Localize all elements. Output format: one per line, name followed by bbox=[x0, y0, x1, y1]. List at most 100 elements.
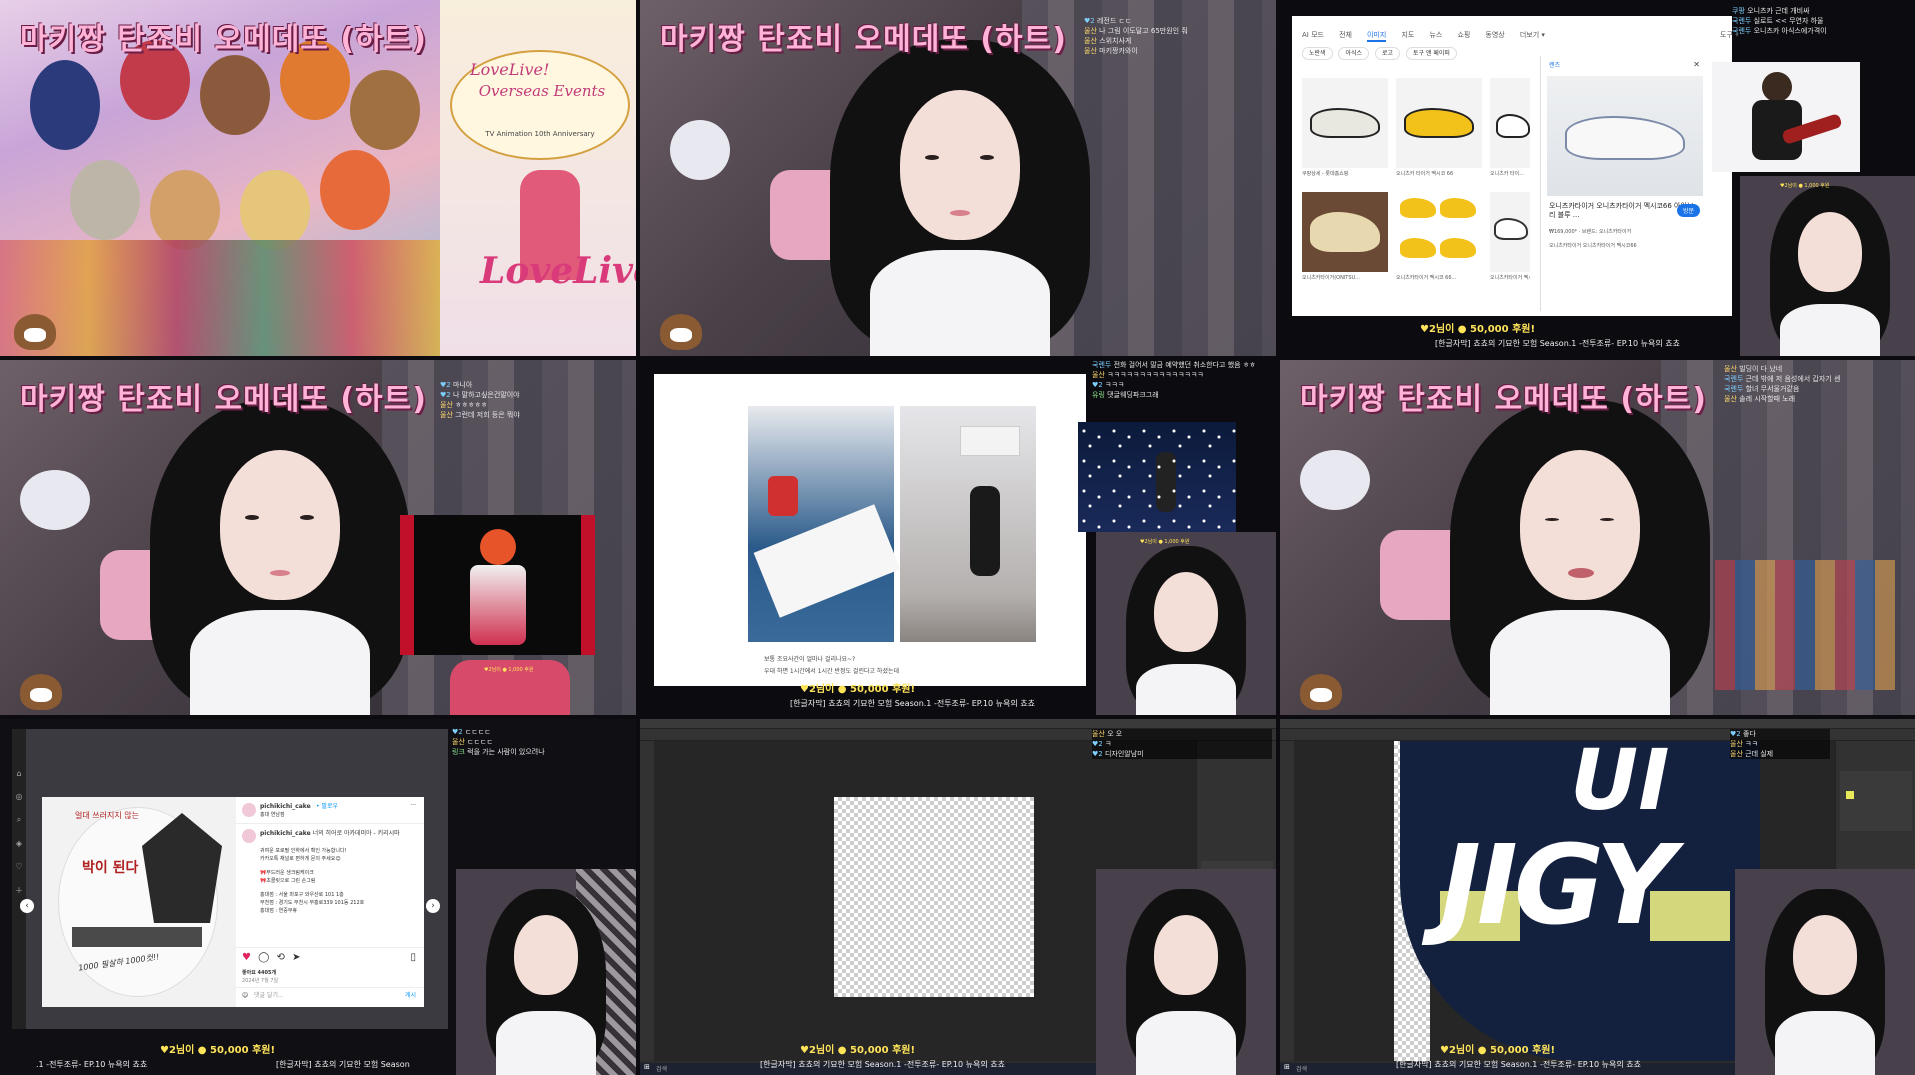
poster-title: LoveLive! bbox=[470, 60, 550, 79]
tab-images[interactable]: 이미지 bbox=[1367, 30, 1387, 42]
transparent-canvas[interactable] bbox=[834, 797, 1034, 997]
follow-link[interactable]: • 팔로우 bbox=[316, 802, 338, 811]
article-caption-2: 우대 하면 1시간에서 1시간 반정도 걸린다고 하셨는데 bbox=[764, 668, 899, 675]
share-icon[interactable]: ➤ bbox=[292, 952, 300, 963]
result-image[interactable] bbox=[1490, 192, 1530, 272]
menu-bar bbox=[640, 719, 1276, 729]
chat-box: 국렌두 전화 걸어서 말금 예약했던 취소한다고 했음 ㅎㅎ 울산 ㅋㅋㅋㅋㅋㅋ… bbox=[1092, 360, 1272, 400]
maki-video-overlay bbox=[400, 515, 595, 655]
post-date: 2024년 7월 7일 bbox=[242, 978, 279, 984]
chat-line: ♥2 마니아 bbox=[440, 381, 473, 389]
chat-line: 쿠팡 오니츠카 근데 개비싸 bbox=[1732, 7, 1810, 15]
tool-panel[interactable] bbox=[640, 741, 654, 1061]
tab-videos[interactable]: 동영상 bbox=[1485, 30, 1504, 40]
home-icon[interactable]: ⌂ bbox=[12, 769, 26, 778]
chip-tog[interactable]: 토구 앤 페이퍼 bbox=[1405, 47, 1457, 60]
chip-yellow[interactable]: 노란색 bbox=[1302, 47, 1333, 60]
instagram-icon[interactable]: ◎ bbox=[12, 792, 26, 801]
avatar[interactable] bbox=[242, 829, 256, 843]
donation-alert: ♥2님이 ● 50,000 후원! bbox=[1440, 1045, 1556, 1056]
tile-streamer-laughing: 마키짱 탄죠비 오메데또 (하트) 울산 빌딩이 다 났네 국렌두 근데 밖에 … bbox=[1280, 360, 1915, 715]
result-image[interactable] bbox=[1302, 78, 1388, 168]
result-image[interactable] bbox=[1396, 192, 1482, 272]
next-arrow-icon[interactable]: › bbox=[426, 899, 440, 913]
chat-box: ♥2 마니아 ♥2 나 말하고싶은건말이야 울산 ㅎㅎㅎㅎㅎ 울산 그런데 저희… bbox=[440, 380, 636, 420]
avatar[interactable] bbox=[242, 803, 256, 817]
instagram-modal-backdrop: ⌂ ◎ ⌕ ◈ ♡ ＋ 얼대 쓰러지지 않는 박이 된다 1000 필살하 10… bbox=[12, 729, 448, 1029]
chat-line: 울산 ㄷㄷㄷㄷ bbox=[452, 738, 493, 746]
tile-shoe-search: AI 모드 전체 이미지 지도 뉴스 쇼핑 동영상 더보기 ▾ 도구 ▾ 노란색… bbox=[1280, 0, 1915, 356]
chat-line: ♥2 ㄷㄷㄷㄷ bbox=[452, 728, 491, 736]
ig-post-panel: pichikichi_cake • 팔로우 홍대 연남점 ··· pichiki… bbox=[236, 797, 424, 1007]
donation-alert: ♥2님이 ● 50,000 후원! bbox=[800, 1045, 916, 1056]
tile-streamer-cam: 마키짱 탄죠비 오메데또 (하트) ♥2 레전드 ㄷㄷ 울산 나 그림 이도달고… bbox=[640, 0, 1276, 356]
donation-alert: ♥2님이 ● 50,000 후원! bbox=[800, 684, 916, 695]
search-icon[interactable]: ⌕ bbox=[12, 815, 26, 825]
mini-streamer-cam bbox=[1096, 869, 1276, 1075]
tile-lovelive-poster: LoveLive! Overseas Events TV Animation 1… bbox=[0, 0, 636, 356]
tab-maps[interactable]: 지도 bbox=[1401, 30, 1414, 40]
chat-line: 울산 마키짱카와이 bbox=[1084, 47, 1138, 55]
poster-subtitle: Overseas Events bbox=[478, 82, 606, 100]
caption-text: 너의 히어로 아카데미아 - 키리시마 bbox=[312, 830, 400, 837]
bookmark-icon[interactable]: ▯ bbox=[410, 952, 416, 963]
chip-asics[interactable]: 아식스 bbox=[1338, 47, 1370, 60]
tab-ai-mode[interactable]: AI 모드 bbox=[1302, 30, 1324, 40]
overlay-title: 마키짱 탄죠비 오메데또 (하트) bbox=[1300, 382, 1707, 417]
post-comment-button[interactable]: 게시 bbox=[405, 991, 416, 1000]
ticker-text: .1 -전투조류- EP.10 뉴욕의 쵸쵸 bbox=[36, 1060, 148, 1069]
result-caption: 오니츠카타이거(ONITSU... bbox=[1302, 275, 1360, 281]
streamer bbox=[1450, 390, 1710, 715]
chat-line: 울산 나 그림 이도달고 65만원인 줘 bbox=[1084, 27, 1188, 35]
overlay-title: 마키짱 탄죠비 오메데또 (하트) bbox=[20, 382, 427, 417]
close-icon[interactable]: ✕ bbox=[1693, 60, 1700, 69]
result-image[interactable] bbox=[1302, 192, 1388, 272]
comment-icon[interactable]: ◯ bbox=[258, 952, 269, 963]
heart-icon[interactable]: ♡ bbox=[12, 862, 26, 871]
more-options-icon[interactable]: ··· bbox=[410, 801, 416, 810]
tool-panel[interactable] bbox=[1280, 741, 1294, 1061]
result-image[interactable] bbox=[1396, 78, 1482, 168]
prev-arrow-icon[interactable]: ‹ bbox=[20, 899, 34, 913]
mini-donation: ♥2님이 ● 1,000 후원 bbox=[1780, 183, 1830, 189]
mascot-sticker-icon bbox=[14, 314, 56, 350]
ig-username[interactable]: pichikichi_cake bbox=[260, 802, 311, 811]
plus-icon[interactable]: ＋ bbox=[12, 885, 26, 896]
filter-chips: 노란색 아식스 로고 토구 앤 페이퍼 bbox=[1302, 47, 1457, 60]
result-caption: 오니츠카타이거 멕시코 66 bbox=[1490, 275, 1530, 281]
taskbar-search[interactable]: 검색 bbox=[1296, 1064, 1307, 1073]
chat-line: 국렌두 할녀 무서울거같음 bbox=[1724, 385, 1800, 393]
caption-username[interactable]: pichikichi_cake bbox=[260, 830, 311, 837]
chat-line: 울산 ㅋㅋ bbox=[1730, 740, 1759, 748]
chat-line: 울산 빌딩이 다 났네 bbox=[1724, 365, 1783, 373]
chat-line: ♥2 ㅋ bbox=[1092, 740, 1112, 748]
like-heart-icon[interactable]: ♥ bbox=[242, 952, 251, 963]
lens-label[interactable]: 렌즈 bbox=[1549, 60, 1560, 69]
repost-icon[interactable]: ⟲ bbox=[277, 952, 285, 963]
tab-news[interactable]: 뉴스 bbox=[1429, 30, 1442, 40]
tab-all[interactable]: 전체 bbox=[1339, 30, 1352, 40]
chat-line: ♥2 디자인알남미 bbox=[1092, 750, 1144, 758]
comment-input[interactable]: 댓글 달기... bbox=[254, 991, 284, 1000]
tab-more[interactable]: 더보기 ▾ bbox=[1520, 30, 1545, 40]
result-image[interactable] bbox=[1490, 78, 1530, 168]
emoji-icon[interactable]: ☺ bbox=[242, 991, 248, 1000]
chat-line: ♥2 나 말하고싶은건말이야 bbox=[440, 391, 520, 399]
mini-donation: ♥2님이 ● 1,000 후원 bbox=[1140, 539, 1190, 545]
tile-photoshop-artwork: UI JIGY ⊞ 검색 ♥2 좋다 울산 ㅋㅋ 울산 근데 실제 ♥2님이 ●… bbox=[1280, 719, 1915, 1075]
taskbar-search[interactable]: 검색 bbox=[656, 1064, 667, 1073]
chat-box: ♥2 좋다 울산 ㅋㅋ 울산 근데 실제 bbox=[1730, 729, 1830, 759]
compass-icon[interactable]: ◈ bbox=[12, 839, 26, 848]
article-photo-2 bbox=[900, 406, 1036, 642]
visit-button[interactable]: 방문 bbox=[1676, 204, 1700, 217]
windows-icon[interactable]: ⊞ bbox=[644, 1063, 650, 1071]
result-caption: 오니츠카 타이거 멕시코 66 bbox=[1396, 171, 1454, 177]
artwork-canvas[interactable]: UI JIGY bbox=[1400, 741, 1760, 1061]
mini-streamer-cam bbox=[1735, 869, 1915, 1075]
tab-shopping[interactable]: 쇼핑 bbox=[1457, 30, 1470, 40]
ticker-text: [한글자막] 쵸쵸의 기묘한 모험 Season bbox=[276, 1060, 410, 1069]
chip-logo[interactable]: 로고 bbox=[1374, 47, 1401, 60]
mini-donation: ♥2님이 ● 1,000 후원 bbox=[484, 667, 534, 673]
windows-icon[interactable]: ⊞ bbox=[1284, 1063, 1290, 1071]
cake-main-text: 박이 된다 bbox=[82, 860, 139, 876]
